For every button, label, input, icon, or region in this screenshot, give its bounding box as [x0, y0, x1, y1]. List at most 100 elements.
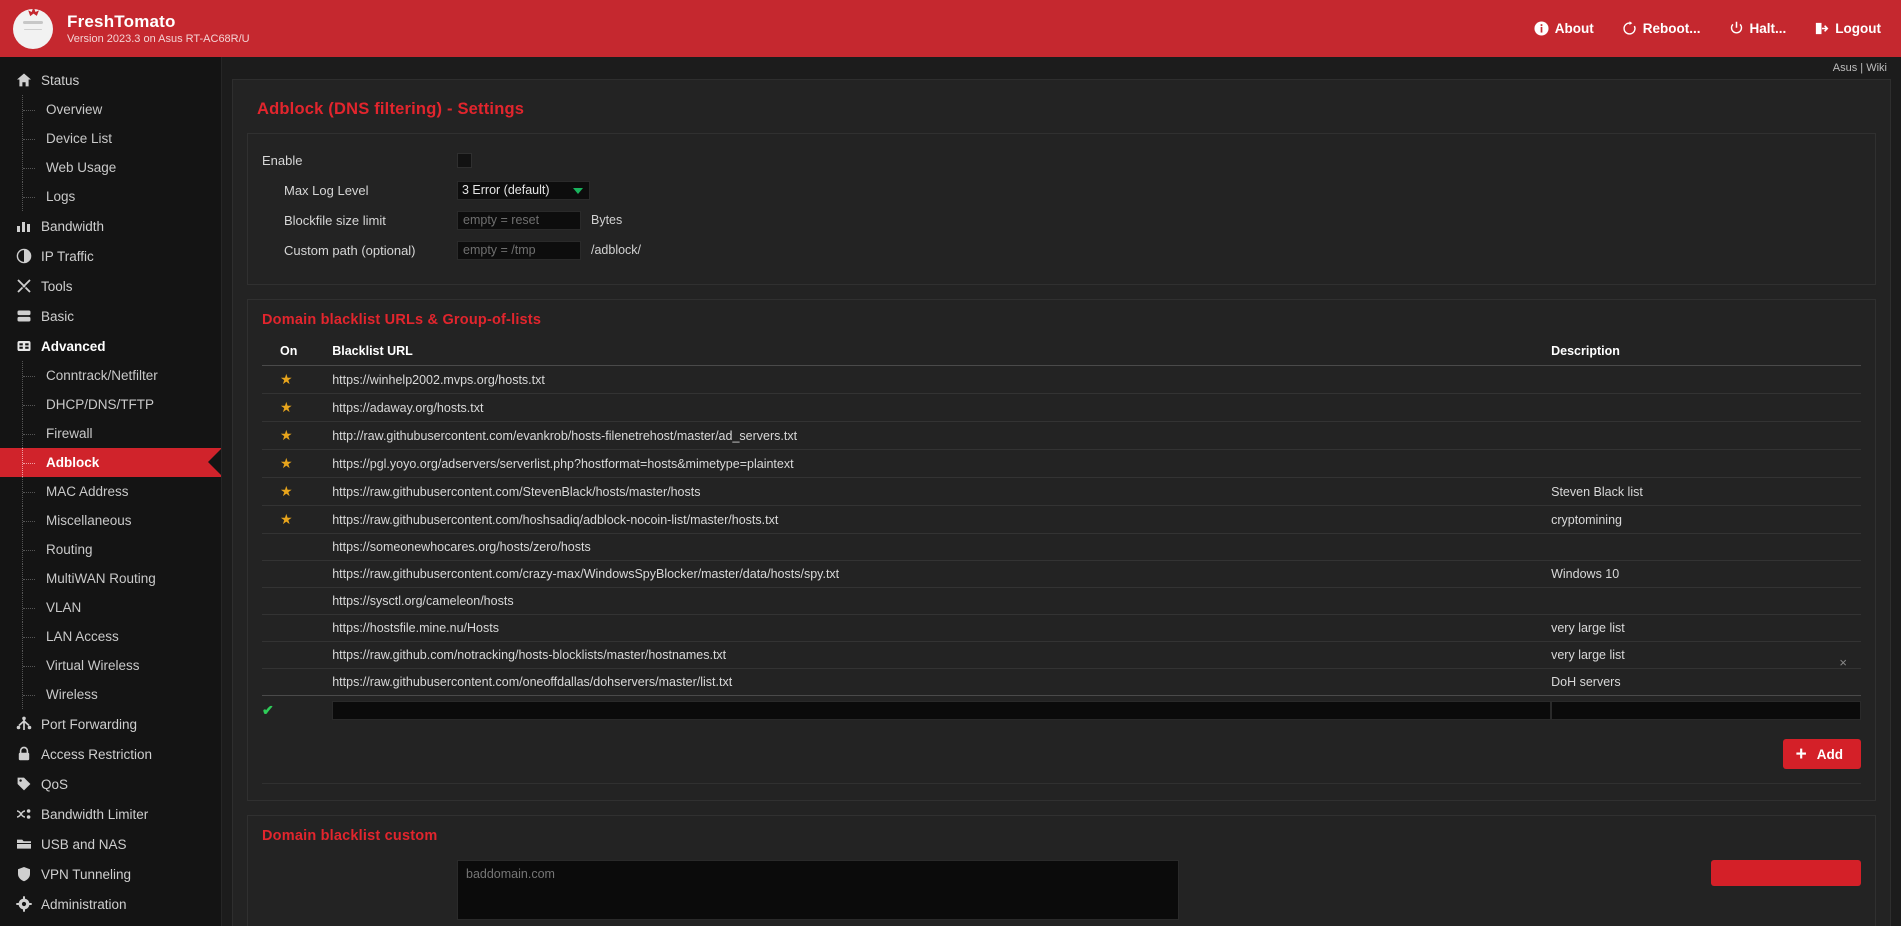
table-row[interactable]: ★ https://pgl.yoyo.org/adservers/serverli…: [262, 449, 1861, 478]
sidebar-item-logs[interactable]: Logs: [0, 182, 221, 211]
row-on-cell[interactable]: ★: [262, 421, 333, 450]
sidebar-item-overview[interactable]: Overview: [0, 95, 221, 124]
custom-blacklist-textarea[interactable]: [457, 860, 1179, 920]
sidebar-label: Port Forwarding: [41, 716, 138, 732]
table-row[interactable]: ★ https://winhelp2002.mvps.org/hosts.txt: [262, 365, 1861, 394]
star-icon[interactable]: ★: [280, 455, 293, 471]
limiter-icon: [16, 806, 32, 822]
table-row[interactable]: https://someonewhocares.org/hosts/zero/h…: [262, 533, 1861, 561]
sidebar-item-adblock[interactable]: Adblock: [0, 448, 221, 477]
logout-button[interactable]: Logout: [1814, 21, 1881, 36]
sidebar-item-dhcp-dns-tftp[interactable]: DHCP/DNS/TFTP: [0, 390, 221, 419]
sidebar-item-web-usage[interactable]: Web Usage: [0, 153, 221, 182]
new-entry-desc-cell: [1551, 695, 1861, 725]
table-row[interactable]: https://raw.github.com/notracking/hosts-…: [262, 641, 1861, 669]
reboot-button[interactable]: Reboot...: [1622, 21, 1701, 36]
sidebar-item-access-restriction[interactable]: Access Restriction: [0, 739, 221, 769]
sidebar-item-vlan[interactable]: VLAN: [0, 593, 221, 622]
header-nav: About Reboot... Halt... Logout: [1534, 21, 1881, 36]
reboot-label: Reboot...: [1642, 21, 1701, 36]
sidebar-label: Bandwidth: [41, 218, 105, 234]
sidebar-item-device-list[interactable]: Device List: [0, 124, 221, 153]
table-row[interactable]: ★ https://adaway.org/hosts.txt: [262, 393, 1861, 422]
sidebar-label: QoS: [41, 776, 69, 792]
selected-arrow-icon: [208, 448, 221, 476]
sidebar-item-bandwidth-limiter[interactable]: Bandwidth Limiter: [0, 799, 221, 829]
sidebar-label: MultiWAN Routing: [46, 571, 156, 586]
table-row[interactable]: ★ http://raw.githubusercontent.com/evankr…: [262, 421, 1861, 450]
halt-label: Halt...: [1749, 21, 1787, 36]
table-row[interactable]: ★ https://raw.githubusercontent.com/hoshs…: [262, 505, 1861, 534]
table-row[interactable]: ★ https://raw.githubusercontent.com/Steve…: [262, 477, 1861, 506]
sidebar-item-qos[interactable]: QoS: [0, 769, 221, 799]
sidebar-label: Status: [41, 72, 80, 88]
close-icon[interactable]: ×: [1839, 655, 1847, 670]
new-entry-url-input[interactable]: [332, 701, 1552, 720]
sidebar-item-status[interactable]: Status: [0, 65, 221, 95]
row-on-cell[interactable]: [262, 668, 333, 696]
sidebar-item-tools[interactable]: Tools: [0, 271, 221, 301]
sidebar-item-administration[interactable]: Administration: [0, 889, 221, 919]
app-header: FreshTomato Version 2023.3 on Asus RT-AC…: [0, 0, 1901, 57]
sidebar-label: Access Restriction: [41, 746, 153, 762]
star-icon[interactable]: ★: [280, 399, 293, 415]
star-icon[interactable]: ★: [280, 427, 293, 443]
sidebar-item-advanced[interactable]: Advanced: [0, 331, 221, 361]
row-on-cell[interactable]: [262, 560, 333, 588]
halt-button[interactable]: Halt...: [1729, 21, 1787, 36]
sidebar-item-miscellaneous[interactable]: Miscellaneous: [0, 506, 221, 535]
star-icon[interactable]: ★: [280, 483, 293, 499]
sidebar-item-firewall[interactable]: Firewall: [0, 419, 221, 448]
table-row[interactable]: https://raw.githubusercontent.com/oneoff…: [262, 655, 1861, 696]
sidebar-item-lan-access[interactable]: LAN Access: [0, 622, 221, 651]
star-icon[interactable]: ★: [280, 371, 293, 387]
sidebar-item-usb-and-nas[interactable]: USB and NAS: [0, 829, 221, 859]
row-on-cell[interactable]: ★: [262, 505, 333, 534]
custom-action-button[interactable]: [1711, 860, 1861, 886]
sidebar-item-bandwidth[interactable]: Bandwidth: [0, 211, 221, 241]
row-on-cell[interactable]: [262, 614, 333, 642]
enable-checkbox[interactable]: [457, 152, 472, 168]
row-on-cell[interactable]: ★: [262, 393, 333, 422]
sidebar-item-port-forwarding[interactable]: Port Forwarding: [0, 709, 221, 739]
sidebar-label: Firewall: [46, 426, 93, 441]
row-on-cell[interactable]: ★: [262, 449, 333, 478]
row-url-cell: https://raw.githubusercontent.com/hoshsa…: [332, 505, 1552, 534]
new-entry-desc-input[interactable]: [1551, 701, 1861, 720]
max-log-level-select[interactable]: 3 Error (default): [457, 180, 590, 200]
column-header-url: Blacklist URL: [332, 344, 413, 358]
sidebar-item-basic[interactable]: Basic: [0, 301, 221, 331]
blockfile-size-unit: Bytes: [591, 213, 623, 227]
row-on-cell[interactable]: [262, 533, 333, 561]
sidebar-item-vpn-tunneling[interactable]: VPN Tunneling: [0, 859, 221, 889]
about-button[interactable]: About: [1534, 21, 1594, 36]
sidebar-item-mac-address[interactable]: MAC Address: [0, 477, 221, 506]
sidebar-item-virtual-wireless[interactable]: Virtual Wireless: [0, 651, 221, 680]
star-icon[interactable]: ★: [280, 511, 293, 527]
row-on-cell[interactable]: [262, 641, 333, 669]
sidebar-label: VLAN: [46, 600, 82, 615]
new-entry-row: ✔: [262, 695, 1861, 725]
sidebar-item-multiwan-routing[interactable]: MultiWAN Routing: [0, 564, 221, 593]
sidebar-label: Basic: [41, 308, 75, 324]
row-on-cell[interactable]: ★: [262, 477, 333, 506]
custom-path-input[interactable]: [457, 240, 581, 260]
pie-chart-icon: [16, 248, 32, 264]
asus-wiki-link[interactable]: Asus | Wiki: [1833, 62, 1887, 74]
row-on-cell[interactable]: [262, 587, 333, 615]
new-entry-on-cell: ✔: [262, 695, 333, 725]
sidebar-item-routing[interactable]: Routing: [0, 535, 221, 564]
new-entry-checkbox[interactable]: ✔: [262, 702, 274, 718]
blockfile-size-limit-row: Blockfile size limit Bytes: [262, 208, 1861, 232]
table-row[interactable]: https://raw.githubusercontent.com/crazy-…: [262, 560, 1861, 588]
table-row[interactable]: https://sysctl.org/cameleon/hosts: [262, 587, 1861, 615]
sidebar-item-ip-traffic[interactable]: IP Traffic: [0, 241, 221, 271]
table-row[interactable]: https://hostsfile.mine.nu/Hosts very larg…: [262, 614, 1861, 642]
row-on-cell[interactable]: ★: [262, 365, 333, 394]
sidebar-item-conntrack-netfilter[interactable]: Conntrack/Netfilter: [0, 361, 221, 390]
custom-path-row: Custom path (optional) /adblock/: [262, 238, 1861, 262]
sidebar-item-wireless[interactable]: Wireless: [0, 680, 221, 709]
add-button[interactable]: + Add: [1782, 739, 1861, 769]
blockfile-size-limit-input[interactable]: [457, 210, 581, 230]
max-log-level-row: Max Log Level 3 Error (default): [262, 178, 1861, 202]
